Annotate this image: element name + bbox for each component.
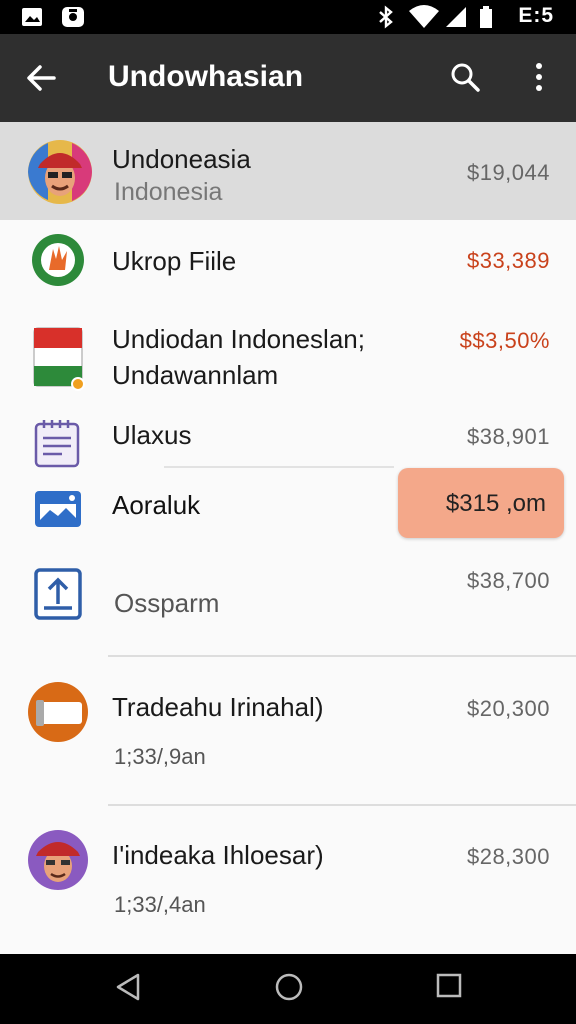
- recents-square-icon[interactable]: [436, 972, 462, 998]
- list-item[interactable]: Ossparm $38,700: [0, 548, 576, 654]
- item-name: I'indeaka Ihloesar): [112, 840, 324, 870]
- more-vert-icon[interactable]: [528, 60, 550, 96]
- list-item[interactable]: Tradeahu Irinahal) 1;33/,9an $20,300: [0, 658, 576, 804]
- item-amount: $33,389: [466, 248, 550, 273]
- item-amount: $19,044: [466, 160, 550, 185]
- upload-box-icon: [34, 568, 82, 620]
- item-name-line2: Undawannlam: [112, 360, 279, 390]
- notepad-icon: [34, 420, 80, 468]
- orange-card-icon: [28, 682, 88, 742]
- item-name: Tradeahu Irinahal): [112, 692, 324, 722]
- item-subtitle: Ossparm: [114, 588, 220, 618]
- signal-icon: [446, 7, 466, 27]
- navigation-bar: [0, 954, 576, 1024]
- back-arrow-icon[interactable]: [22, 58, 62, 98]
- item-amount: $315 ,om: [445, 490, 546, 517]
- item-amount: $38,901: [466, 424, 550, 449]
- battery-icon: [480, 6, 492, 28]
- list-item[interactable]: Ulaxus $38,901: [0, 410, 576, 468]
- food-circle-icon: [32, 234, 84, 286]
- flag-icon: [33, 327, 85, 391]
- item-subtitle: 1;33/,4an: [114, 892, 206, 917]
- highlighted-amount-pill[interactable]: $315 ,om: [398, 468, 564, 538]
- gallery-icon: [22, 8, 42, 26]
- item-name: Undoneasia: [112, 144, 251, 174]
- item-name: Ulaxus: [112, 420, 192, 450]
- list-item[interactable]: Undiodan Indoneslan; Undawannlam $$3,50%: [0, 310, 576, 410]
- item-subtitle: 1;33/,9an: [114, 744, 206, 769]
- item-name: Ukrop Fiile: [112, 246, 237, 276]
- status-time: E:5: [518, 4, 554, 27]
- item-name: Aoraluk: [112, 490, 201, 520]
- avatar-icon: [28, 830, 88, 890]
- status-bar: E:5: [0, 0, 576, 34]
- bluetooth-icon: [379, 5, 393, 29]
- item-amount: $28,300: [466, 844, 550, 869]
- item-subtitle: Indonesia: [114, 178, 223, 206]
- item-name: Undiodan Indoneslan;: [112, 324, 365, 354]
- list-item-selected[interactable]: Undoneasia Indonesia $19,044: [0, 122, 576, 220]
- transaction-list: Undoneasia Indonesia $19,044 Ukrop Fiile…: [0, 122, 576, 954]
- wifi-icon: [409, 5, 439, 28]
- divider: [108, 655, 576, 657]
- home-circle-icon[interactable]: [274, 972, 304, 1002]
- avatar-icon: [28, 140, 92, 204]
- list-item[interactable]: I'indeaka Ihloesar) 1;33/,4an $28,300: [0, 806, 576, 954]
- back-triangle-icon[interactable]: [114, 972, 142, 1002]
- item-amount: $38,700: [466, 568, 550, 593]
- item-amount: $20,300: [466, 696, 550, 721]
- app-bar: Undowhasian: [0, 34, 576, 122]
- image-card-icon: [35, 491, 81, 527]
- page-title: Undowhasian: [108, 60, 304, 93]
- search-icon[interactable]: [448, 60, 482, 94]
- camera-notification-icon: [62, 7, 84, 27]
- item-amount: $$3,50%: [459, 328, 550, 353]
- list-item[interactable]: Ukrop Fiile $33,389: [0, 220, 576, 310]
